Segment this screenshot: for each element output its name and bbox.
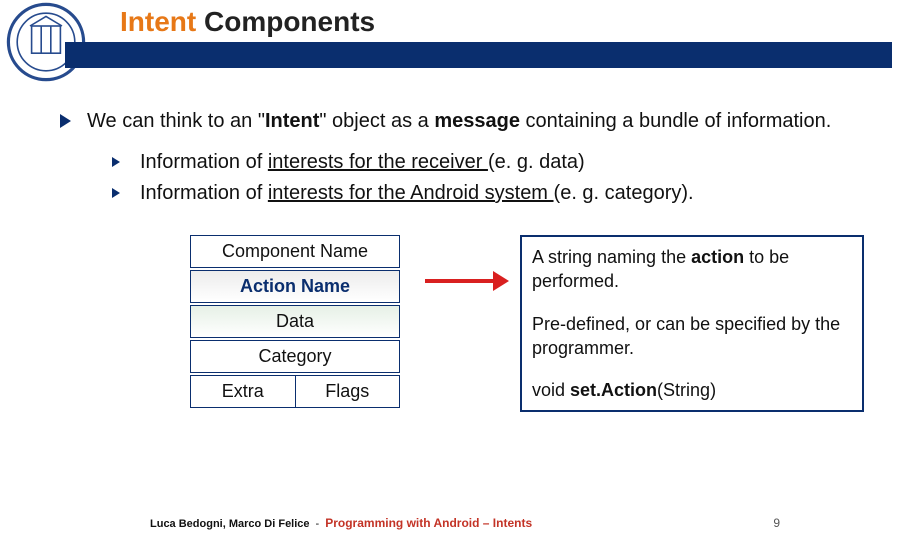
bullet-sub-1-text: Information of interests for the receive… <box>140 149 585 176</box>
footer-authors: Luca Bedogni, Marco Di Felice <box>150 518 310 530</box>
desc-line-1: A string naming the action to be perform… <box>532 245 852 294</box>
bullet-sub-1: Information of interests for the receive… <box>112 149 870 176</box>
footer-course: Programming with Android – Intents <box>325 516 532 530</box>
header: Intent Components <box>0 0 900 68</box>
title-strong: Intent <box>120 6 196 37</box>
footer: Luca Bedogni, Marco Di Felice - Programm… <box>0 516 900 530</box>
bullet-sub-2: Information of interests for the Android… <box>112 180 870 207</box>
bullet-main-text: We can think to an "Intent" object as a … <box>87 108 831 135</box>
desc-line-2: Pre-defined, or can be specified by the … <box>532 312 852 361</box>
chevron-right-icon <box>60 114 71 128</box>
box-extra-flags-row: Extra Flags <box>190 375 400 408</box>
slide-content: We can think to an "Intent" object as a … <box>0 68 900 412</box>
box-category: Category <box>190 340 400 373</box>
box-flags: Flags <box>295 375 401 408</box>
description-box: A string naming the action to be perform… <box>520 235 864 412</box>
bullet-sub-2-text: Information of interests for the Android… <box>140 180 694 207</box>
component-boxes: Component Name Action Name Data Category… <box>190 235 400 408</box>
desc-line-3: void set.Action(String) <box>532 378 852 402</box>
chevron-right-icon <box>112 188 120 198</box>
chevron-right-icon <box>112 157 120 167</box>
footer-separator: - <box>316 518 320 530</box>
diagram-row: Component Name Action Name Data Category… <box>60 235 870 412</box>
box-extra: Extra <box>190 375 295 408</box>
arrow-area <box>400 235 520 283</box>
bullet-main: We can think to an "Intent" object as a … <box>60 108 870 135</box>
page-number: 9 <box>773 516 780 530</box>
box-component-name: Component Name <box>190 235 400 268</box>
box-action-name: Action Name <box>190 270 400 303</box>
slide-title: Intent Components <box>120 6 375 38</box>
arrow-right-icon <box>425 279 495 283</box>
title-underline-bar <box>65 42 892 68</box>
title-rest: Components <box>196 6 375 37</box>
box-data: Data <box>190 305 400 338</box>
